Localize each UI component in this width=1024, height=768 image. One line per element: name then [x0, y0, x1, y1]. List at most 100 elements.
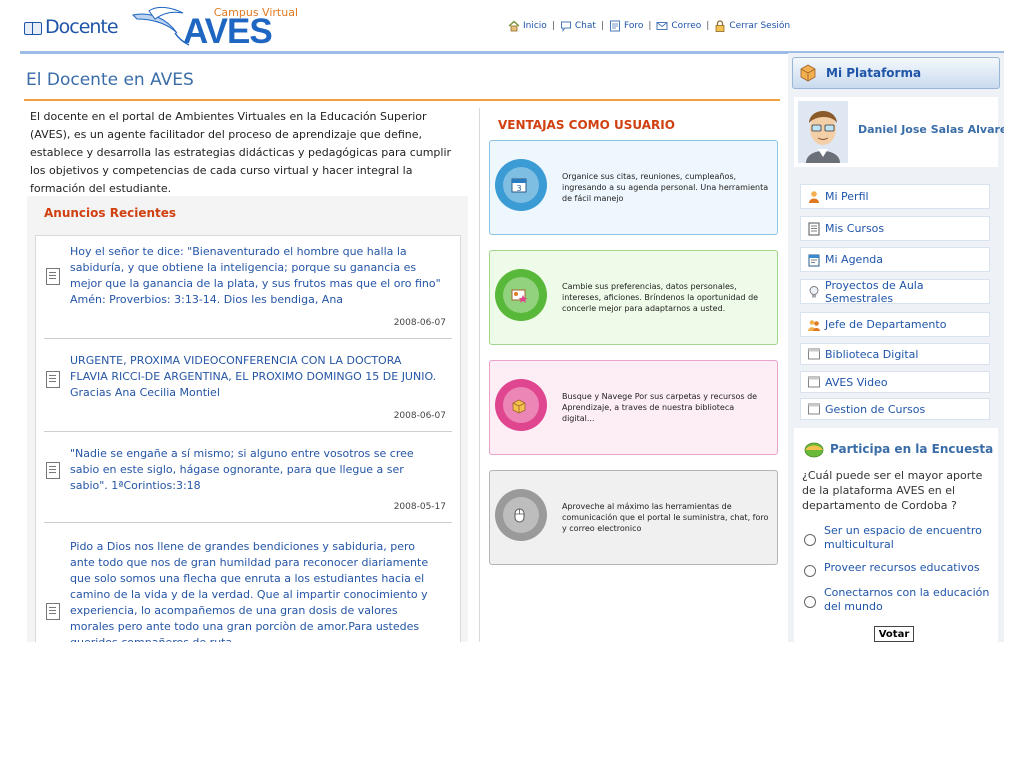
column-divider — [479, 108, 480, 642]
nav-separator: | — [551, 21, 555, 31]
announcements-list[interactable]: Hoy el señor te dice: "Bienaventurado el… — [35, 235, 461, 642]
bird-icon — [132, 6, 190, 46]
announcements-title: Anuncios Recientes — [44, 206, 177, 220]
chat-bubble-icon — [560, 21, 571, 32]
nav-chat-label: Chat — [574, 21, 596, 31]
menu-label: Biblioteca Digital — [825, 347, 919, 361]
mouse-symbol — [514, 508, 525, 523]
envelope-icon — [656, 22, 668, 30]
top-navigation: Inicio | Chat | Foro | Correo | Cerrar S… — [508, 20, 790, 32]
nav-separator: | — [706, 21, 710, 31]
menu-mi-perfil[interactable]: Mi Perfil — [800, 184, 990, 209]
ventaja-text: Cambie sus preferencias, datos personale… — [562, 282, 759, 313]
intro-paragraph: El docente en el portal de Ambientes Vir… — [30, 110, 452, 195]
menu-aves-video[interactable]: AVES Video — [800, 371, 990, 393]
survey-option[interactable]: Conectarnos con la educación del mundo — [802, 586, 994, 616]
ventaja-text: Aproveche al máximo las herramientas de … — [562, 502, 769, 533]
survey-option-label[interactable]: Proveer recursos educativos — [824, 561, 994, 575]
ventaja-text: Busque y Navege Por sus carpetas y recur… — [562, 392, 758, 423]
ventaja-card-comunicacion[interactable]: Aproveche al máximo las herramientas de … — [489, 470, 778, 565]
sidebar: Mi Plataforma Daniel Jose Salas Alvarez — [788, 53, 1004, 642]
user-name[interactable]: Daniel Jose Salas Alvarez — [858, 123, 1004, 136]
survey-option-label[interactable]: Ser un espacio de encuentro multicultura… — [824, 524, 994, 552]
menu-mis-cursos[interactable]: Mis Cursos — [800, 216, 990, 241]
avatar[interactable] — [798, 101, 848, 163]
announcement-item[interactable]: "Nadie se engañe a sí mismo; si alguno e… — [44, 432, 452, 523]
header: Docente Campus Virtual AVES Inicio | Cha… — [20, 5, 1004, 54]
survey-question: ¿Cuál puede ser el mayor aporte de la pl… — [802, 469, 983, 512]
document-icon — [46, 371, 60, 388]
nav-correo[interactable]: Correo — [656, 20, 701, 32]
window-icon — [808, 348, 820, 360]
app-window: Docente Campus Virtual AVES Inicio | Cha… — [20, 5, 1004, 642]
menu-label: Proyectos de Aula Semestrales — [825, 278, 924, 305]
document-icon — [46, 268, 60, 285]
menu-biblioteca-digital[interactable]: Biblioteca Digital — [800, 343, 990, 365]
ventaja-card-agenda[interactable]: 3 Organice sus citas, reuniones, cumplea… — [489, 140, 778, 235]
nav-foro-label: Foro — [623, 21, 644, 31]
nav-separator: | — [648, 21, 652, 31]
window-icon — [808, 403, 820, 415]
docente-logo[interactable]: Docente — [24, 10, 119, 44]
menu-label: Mi Agenda — [825, 253, 884, 266]
document-icon — [46, 462, 60, 479]
survey-title: Participa en la Encuesta — [830, 442, 994, 456]
ventajas-title: VENTAJAS COMO USUARIO — [498, 118, 675, 132]
document-icon — [46, 603, 60, 620]
announcement-text[interactable]: Pido a Dios nos llene de grandes bendici… — [70, 539, 442, 642]
title-divider — [24, 99, 780, 101]
document-icon — [808, 222, 820, 235]
agenda-icon — [808, 254, 820, 266]
profile-card-symbol — [511, 289, 528, 303]
mi-plataforma-header: Mi Plataforma — [792, 57, 1000, 89]
mi-plataforma-title: Mi Plataforma — [826, 66, 922, 80]
survey-option[interactable]: Ser un espacio de encuentro multicultura… — [802, 524, 994, 554]
menu-jefe-departamento[interactable]: Jefe de Departamento — [800, 312, 990, 337]
survey-radio[interactable] — [804, 565, 816, 577]
globe-icon — [804, 442, 824, 458]
cube-icon — [800, 64, 816, 82]
survey-panel: Participa en la Encuesta ¿Cuál puede ser… — [794, 428, 998, 642]
aves-brand-text: AVES — [183, 12, 273, 51]
nav-foro[interactable]: Foro — [609, 20, 643, 32]
survey-radio[interactable] — [804, 596, 816, 608]
docente-logo-text: Docente — [45, 16, 119, 38]
announcements-panel: Anuncios Recientes Hoy el señor te dice:… — [27, 196, 468, 642]
ventaja-text: Organice sus citas, reuniones, cumpleaño… — [562, 172, 769, 203]
home-icon — [508, 20, 520, 32]
announcement-date: 2008-06-07 — [393, 318, 446, 328]
menu-proyectos-aula[interactable]: Proyectos de Aula Semestrales — [800, 278, 990, 305]
nav-separator: | — [600, 21, 604, 31]
announcement-item[interactable]: Hoy el señor te dice: "Bienaventurado el… — [44, 236, 452, 339]
announcement-text[interactable]: "Nadie se engañe a sí mismo; si alguno e… — [70, 446, 442, 494]
vote-button[interactable]: Votar — [874, 626, 914, 642]
user-profile: Daniel Jose Salas Alvarez — [794, 97, 1004, 167]
announcement-text[interactable]: Hoy el señor te dice: "Bienaventurado el… — [70, 244, 442, 308]
ventaja-card-biblioteca[interactable]: Busque y Navege Por sus carpetas y recur… — [489, 360, 778, 455]
menu-label: Gestion de Cursos — [825, 402, 926, 416]
announcement-date: 2008-06-07 — [393, 411, 446, 421]
menu-label: Jefe de Departamento — [825, 318, 947, 331]
survey-radio[interactable] — [804, 534, 816, 546]
svg-text:3: 3 — [516, 184, 521, 193]
survey-option[interactable]: Proveer recursos educativos — [802, 561, 994, 579]
people-icon — [808, 319, 820, 331]
lock-icon — [715, 20, 725, 32]
user-avatar-icon — [798, 101, 848, 163]
page-title: El Docente en AVES — [26, 70, 194, 90]
nav-inicio[interactable]: Inicio — [508, 20, 547, 32]
nav-correo-label: Correo — [671, 21, 702, 31]
announcement-item[interactable]: Pido a Dios nos llene de grandes bendici… — [44, 523, 452, 642]
nav-chat[interactable]: Chat — [560, 20, 596, 32]
ventaja-card-perfil[interactable]: Cambie sus preferencias, datos personale… — [489, 250, 778, 345]
menu-mi-agenda[interactable]: Mi Agenda — [800, 247, 990, 272]
announcement-item[interactable]: URGENTE, PROXIMA VIDEOCONFERENCIA CON LA… — [44, 339, 452, 432]
nav-cerrar-sesion[interactable]: Cerrar Sesión — [714, 20, 790, 32]
forum-icon — [609, 20, 620, 32]
nav-inicio-label: Inicio — [523, 21, 547, 31]
aves-logo[interactable]: Campus Virtual AVES — [131, 5, 301, 51]
menu-label: Mis Cursos — [825, 222, 885, 235]
survey-option-label[interactable]: Conectarnos con la educación del mundo — [824, 586, 994, 614]
announcement-text[interactable]: URGENTE, PROXIMA VIDEOCONFERENCIA CON LA… — [70, 353, 442, 401]
menu-gestion-cursos[interactable]: Gestion de Cursos — [800, 398, 990, 420]
